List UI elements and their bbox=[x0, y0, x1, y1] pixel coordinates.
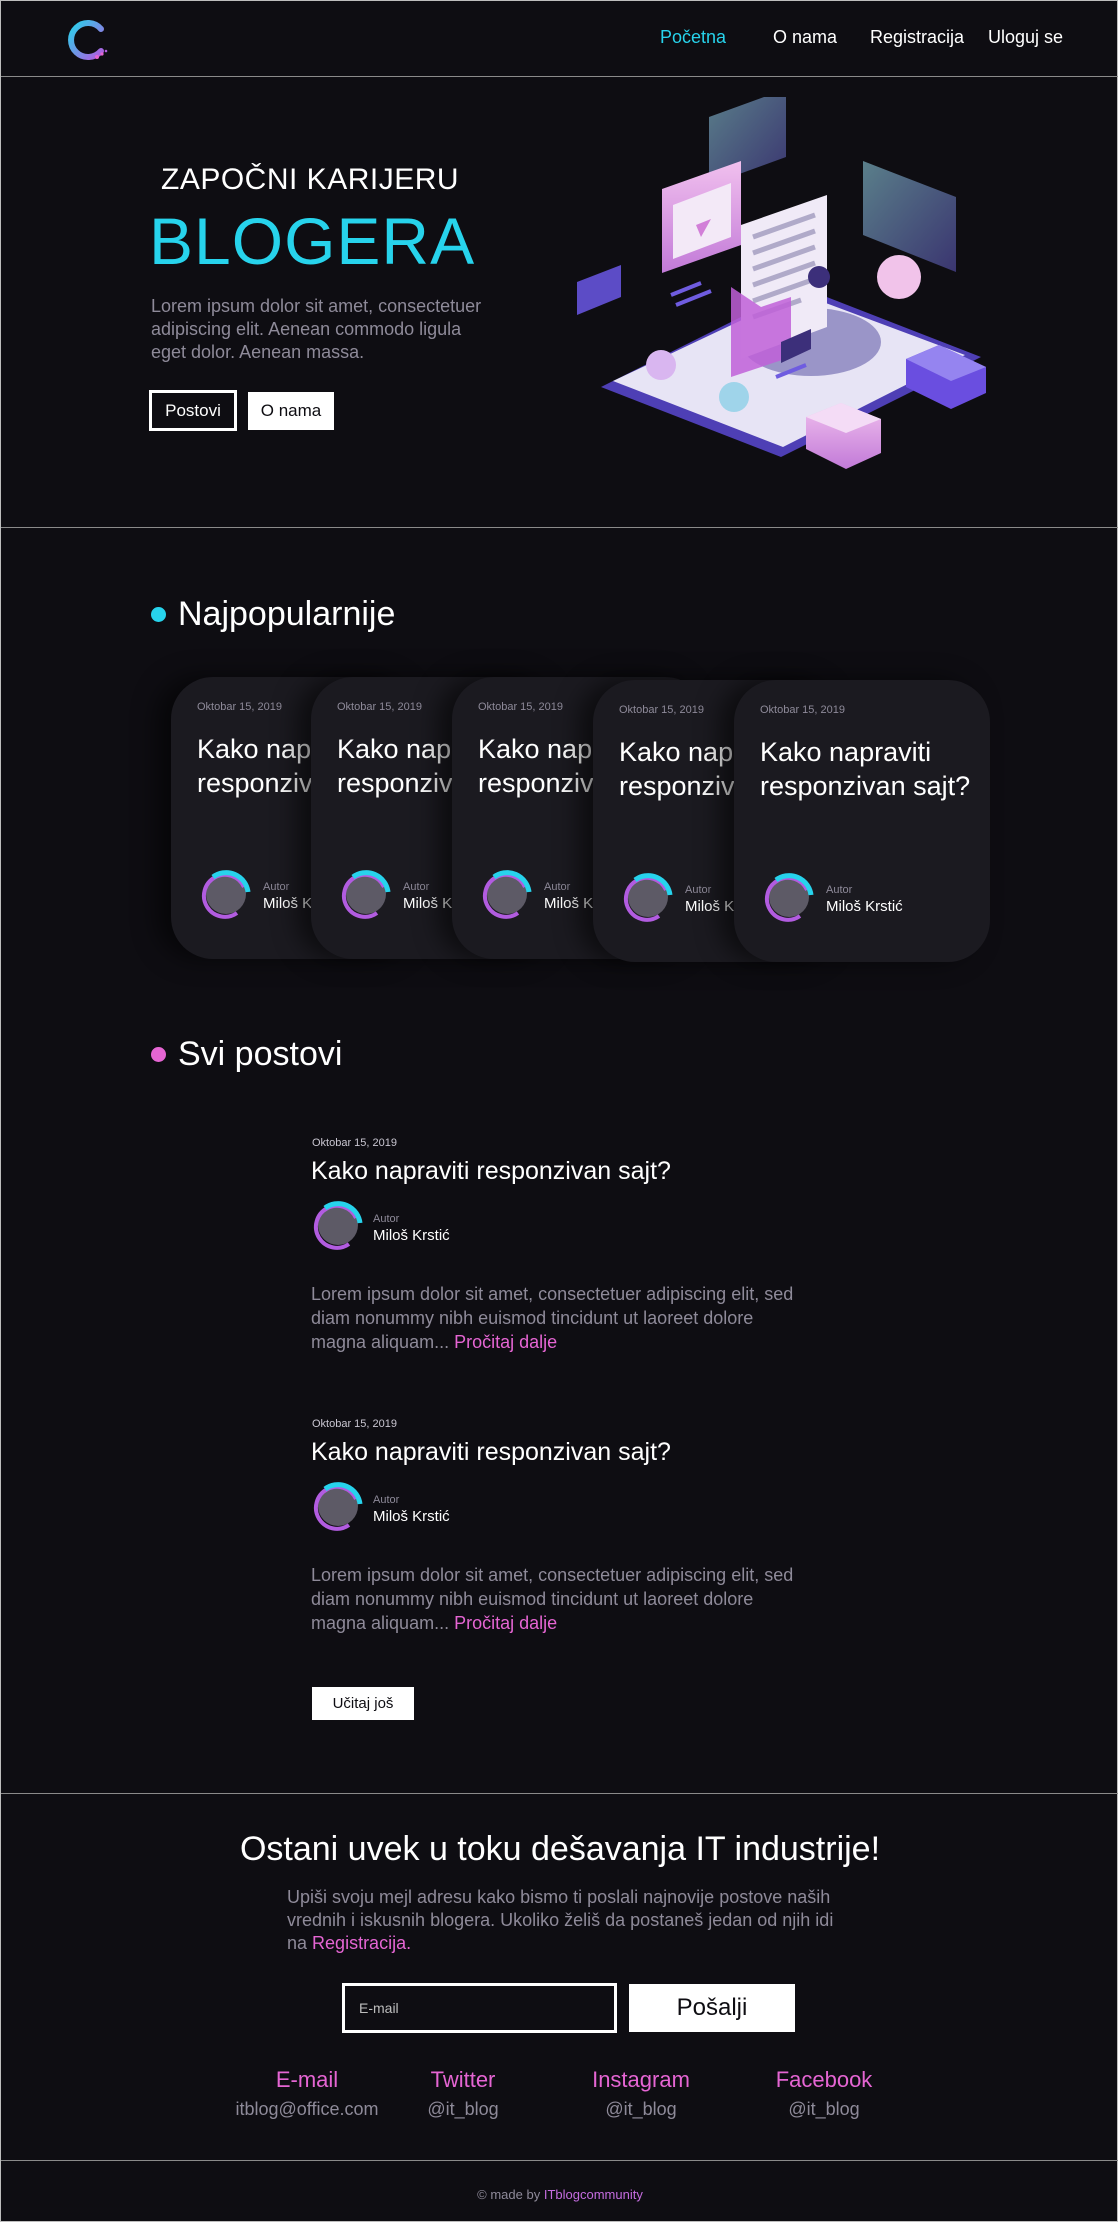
card-author: Miloš Krstić bbox=[826, 898, 903, 915]
post-author: Miloš Krstić bbox=[373, 1508, 450, 1525]
post-author-row: Autor Miloš Krstić bbox=[311, 1479, 831, 1539]
post-date: Oktobar 15, 2019 bbox=[312, 1137, 398, 1149]
bullet-dot-icon bbox=[151, 1047, 166, 1062]
card-author-label: Autor bbox=[403, 881, 430, 893]
contact-instagram: Instagram @it_blog bbox=[576, 2067, 706, 2120]
popular-heading: Najpopularnije bbox=[151, 595, 395, 634]
popular-card[interactable]: Oktobar 15, 2019 Kako napraviti responzi… bbox=[734, 680, 990, 962]
avatar-icon bbox=[623, 873, 673, 922]
contact-value[interactable]: @it_blog bbox=[759, 2099, 889, 2120]
card-date: Oktobar 15, 2019 bbox=[197, 701, 283, 713]
post-date: Oktobar 15, 2019 bbox=[312, 1418, 398, 1430]
contact-facebook: Facebook @it_blog bbox=[759, 2067, 889, 2120]
post-excerpt: Lorem ipsum dolor sit amet, consectetuer… bbox=[311, 1282, 811, 1354]
avatar-icon bbox=[313, 1201, 363, 1250]
nav-link-uloguj-se[interactable]: Uloguj se bbox=[988, 27, 1063, 48]
contact-title: E-mail bbox=[275, 2067, 339, 2092]
post-title[interactable]: Kako napraviti responzivan sajt? bbox=[311, 1438, 831, 1467]
footer: © made by ITblogcommunity bbox=[1, 2187, 1118, 2202]
card-date: Oktobar 15, 2019 bbox=[337, 701, 423, 713]
hero-description: Lorem ipsum dolor sit amet, consectetuer… bbox=[151, 296, 482, 362]
card-date: Oktobar 15, 2019 bbox=[478, 701, 564, 713]
newsletter-description: Upiši svoju mejl adresu kako bismo ti po… bbox=[287, 1886, 847, 1955]
post-author-row: Autor Miloš Krstić bbox=[311, 1198, 831, 1258]
contact-email: E-mail itblog@office.com bbox=[227, 2067, 387, 2120]
post-author: Miloš Krstić bbox=[373, 1227, 450, 1244]
email-input[interactable] bbox=[342, 1983, 617, 2033]
read-more-link[interactable]: Pročitaj dalje bbox=[454, 1613, 557, 1633]
avatar-icon bbox=[201, 870, 251, 919]
contact-title: Instagram bbox=[592, 2067, 690, 2092]
card-title: Kako napraviti responzivan sajt? bbox=[760, 737, 971, 801]
all-posts-heading: Svi postovi bbox=[151, 1035, 342, 1074]
nav-link-registracija[interactable]: Registracija bbox=[870, 27, 964, 48]
all-posts-title: Svi postovi bbox=[178, 1035, 343, 1073]
footer-prefix: © made by bbox=[477, 2187, 541, 2202]
hero-illustration bbox=[577, 97, 986, 469]
hero-section: ZAPOČNI KARIJERU BLOGERA Lorem ipsum dol… bbox=[1, 77, 1118, 528]
posts-button[interactable]: Postovi bbox=[149, 390, 237, 431]
post-author-label: Autor bbox=[373, 1213, 400, 1225]
contact-title: Twitter bbox=[430, 2067, 496, 2092]
about-button[interactable]: O nama bbox=[248, 392, 334, 430]
logo-icon[interactable] bbox=[61, 15, 111, 65]
contact-value[interactable]: @it_blog bbox=[403, 2099, 523, 2120]
post-excerpt: Lorem ipsum dolor sit amet, consectetuer… bbox=[311, 1563, 811, 1635]
card-date: Oktobar 15, 2019 bbox=[619, 704, 705, 716]
hero-title: BLOGERA bbox=[149, 204, 476, 278]
nav-link-pocetna[interactable]: Početna bbox=[660, 27, 726, 48]
card-author-label: Autor bbox=[544, 881, 571, 893]
post-title[interactable]: Kako napraviti responzivan sajt? bbox=[311, 1157, 831, 1186]
avatar-icon bbox=[482, 870, 532, 919]
card-author-label: Autor bbox=[263, 881, 290, 893]
avatar-icon bbox=[313, 1482, 363, 1531]
read-more-link[interactable]: Pročitaj dalje bbox=[454, 1332, 557, 1352]
post-item: Oktobar 15, 2019 Kako napraviti responzi… bbox=[311, 1137, 831, 1354]
hero-kicker: ZAPOČNI KARIJERU bbox=[161, 163, 460, 196]
post-author-label: Autor bbox=[373, 1494, 400, 1506]
card-date: Oktobar 15, 2019 bbox=[760, 704, 846, 716]
avatar-icon bbox=[341, 870, 391, 919]
newsletter-title: Ostani uvek u toku dešavanja IT industri… bbox=[239, 1830, 881, 1868]
footer-brand-link[interactable]: ITblogcommunity bbox=[544, 2187, 643, 2202]
contact-title: Facebook bbox=[775, 2067, 873, 2092]
contact-twitter: Twitter @it_blog bbox=[403, 2067, 523, 2120]
card-author-label: Autor bbox=[685, 884, 712, 896]
nav-link-o-nama[interactable]: O nama bbox=[773, 27, 837, 48]
send-button[interactable]: Pošalji bbox=[629, 1984, 795, 2032]
bullet-dot-icon bbox=[151, 607, 166, 622]
page: Početna O nama Registracija Uloguj se ZA… bbox=[0, 0, 1118, 2222]
popular-title: Najpopularnije bbox=[178, 595, 396, 633]
contact-value[interactable]: itblog@office.com bbox=[227, 2099, 387, 2120]
post-item: Oktobar 15, 2019 Kako napraviti responzi… bbox=[311, 1418, 831, 1635]
load-more-button[interactable]: Učitaj još bbox=[312, 1687, 414, 1720]
popular-carousel: Oktobar 15, 2019 Kako napraviti responzi… bbox=[171, 677, 991, 962]
newsletter-section: Ostani uvek u toku dešavanja IT industri… bbox=[1, 1793, 1118, 2161]
registration-link[interactable]: Registracija. bbox=[312, 1933, 411, 1953]
top-nav: Početna O nama Registracija Uloguj se bbox=[1, 1, 1118, 77]
contact-value[interactable]: @it_blog bbox=[576, 2099, 706, 2120]
card-author-label: Autor bbox=[826, 884, 853, 896]
avatar-icon bbox=[764, 873, 814, 922]
